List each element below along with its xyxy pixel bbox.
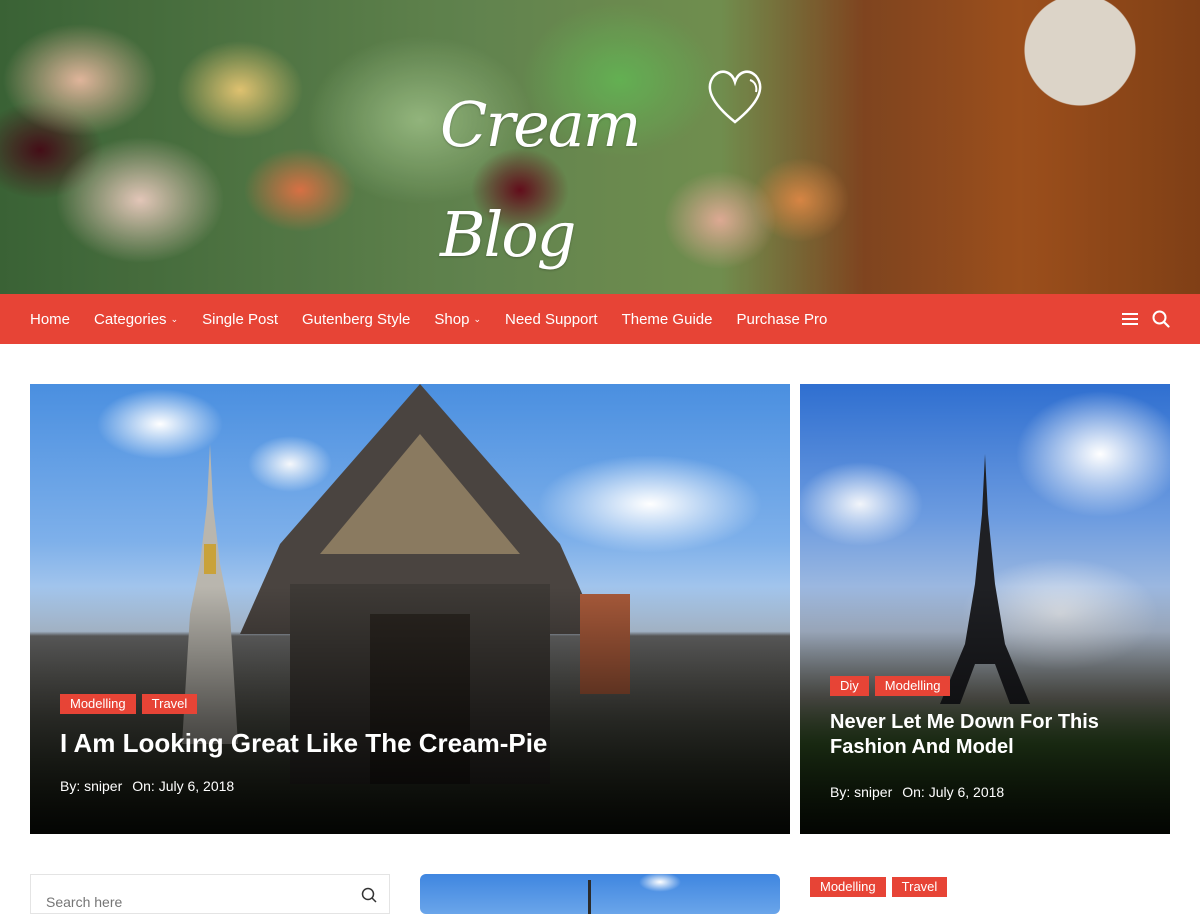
search-icon[interactable] bbox=[361, 887, 377, 903]
nav-item-purchase-pro[interactable]: Purchase Pro bbox=[736, 311, 827, 328]
nav-item-theme-guide[interactable]: Theme Guide bbox=[622, 311, 713, 328]
post-content: Modelling Travel I Am Looking Great Like… bbox=[60, 694, 760, 794]
sidebar-search bbox=[30, 874, 390, 914]
site-logo[interactable]: Cream Blog bbox=[440, 70, 780, 271]
post-date: On: July 6, 2018 bbox=[132, 778, 235, 794]
category-tags: Modelling Travel bbox=[810, 877, 948, 897]
tag-modelling[interactable]: Modelling bbox=[874, 676, 951, 696]
post-title[interactable]: I Am Looking Great Like The Cream-Pie bbox=[60, 728, 760, 758]
tag-diy[interactable]: Diy bbox=[830, 676, 869, 696]
post-date: On: July 6, 2018 bbox=[902, 784, 1005, 800]
main-nav: Home Categories ⌄ Single Post Gutenberg S… bbox=[0, 294, 1200, 344]
nav-item-need-support[interactable]: Need Support bbox=[505, 311, 598, 328]
menu-icon[interactable] bbox=[1122, 313, 1138, 325]
post-author[interactable]: By: sniper bbox=[60, 778, 122, 794]
nav-label: Purchase Pro bbox=[736, 310, 828, 328]
post-meta: By: sniper On: July 6, 2018 bbox=[60, 778, 760, 794]
nav-label: Shop bbox=[434, 310, 470, 328]
tag-modelling[interactable]: Modelling bbox=[60, 694, 136, 714]
nav-item-single-post[interactable]: Single Post bbox=[202, 311, 278, 328]
chevron-down-icon: ⌄ bbox=[473, 313, 481, 324]
post-author[interactable]: By: sniper bbox=[830, 784, 892, 800]
tag-modelling[interactable]: Modelling bbox=[810, 877, 886, 897]
post-title[interactable]: Never Let Me Down For This Fashion And M… bbox=[830, 710, 1140, 760]
post-content: Diy Modelling Never Let Me Down For This… bbox=[830, 676, 1140, 800]
tag-travel[interactable]: Travel bbox=[891, 877, 948, 897]
nav-actions bbox=[1122, 294, 1170, 344]
featured-post-main[interactable]: Modelling Travel I Am Looking Great Like… bbox=[30, 384, 790, 834]
post-meta: By: sniper On: July 6, 2018 bbox=[830, 784, 1140, 800]
nav-item-gutenberg-style[interactable]: Gutenberg Style bbox=[302, 311, 410, 328]
nav-label: Categories bbox=[94, 310, 167, 328]
category-tags: Diy Modelling bbox=[830, 676, 1140, 696]
nav-item-categories[interactable]: Categories ⌄ bbox=[94, 311, 178, 328]
nav-item-shop[interactable]: Shop ⌄ bbox=[434, 311, 481, 328]
chevron-down-icon: ⌄ bbox=[170, 313, 179, 324]
nav-item-home[interactable]: Home bbox=[30, 311, 70, 328]
nav-label: Single Post bbox=[202, 310, 278, 328]
nav-label: Gutenberg Style bbox=[302, 310, 411, 328]
nav-label: Home bbox=[30, 310, 71, 328]
search-icon[interactable] bbox=[1152, 310, 1170, 328]
nav-label: Theme Guide bbox=[621, 310, 713, 328]
post-thumbnail[interactable] bbox=[420, 874, 780, 914]
category-tags: Modelling Travel bbox=[60, 694, 760, 714]
featured-post-side[interactable]: Diy Modelling Never Let Me Down For This… bbox=[800, 384, 1170, 834]
tag-travel[interactable]: Travel bbox=[141, 694, 198, 714]
nav-label: Need Support bbox=[505, 310, 598, 328]
search-input[interactable] bbox=[46, 894, 346, 910]
